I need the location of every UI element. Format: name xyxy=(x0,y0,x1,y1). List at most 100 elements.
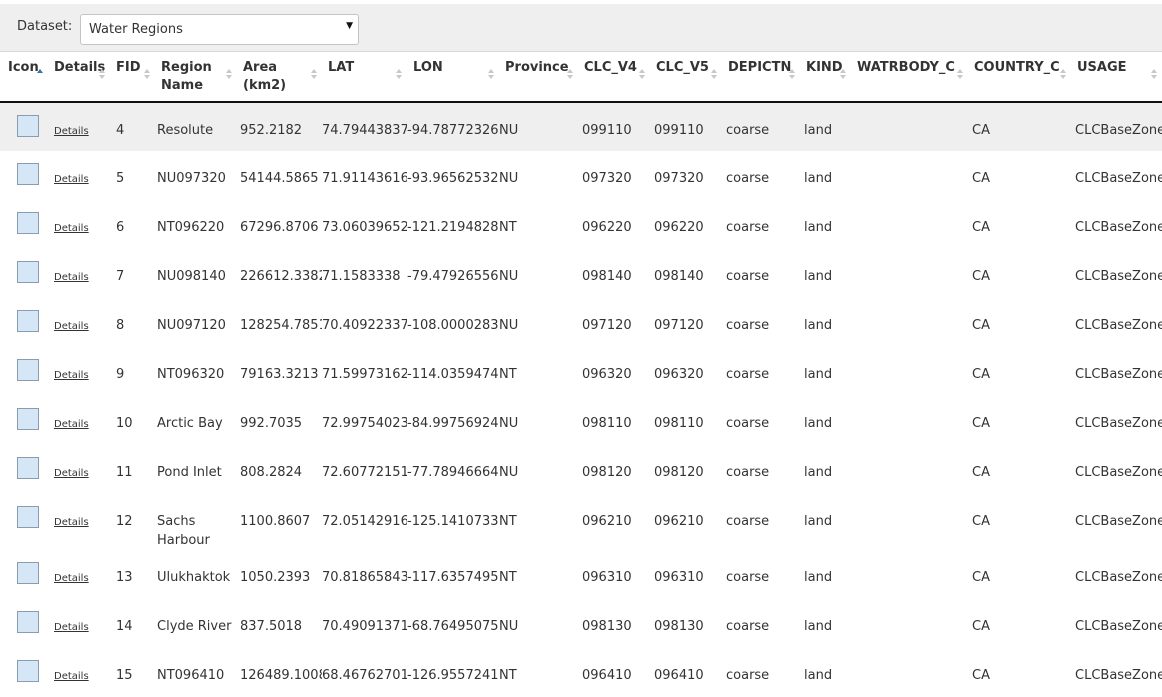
details-cell: Details xyxy=(48,298,110,347)
cell-kind: land xyxy=(804,416,833,431)
cell-country: CA xyxy=(972,318,990,333)
icon-cell xyxy=(0,102,48,151)
cell-usage: CLCBaseZoneL xyxy=(1075,668,1162,683)
details-link[interactable]: Details xyxy=(54,321,89,332)
details-link[interactable]: Details xyxy=(54,174,89,185)
column-header-2[interactable]: FID xyxy=(110,53,155,103)
table-row[interactable]: Details 12 Sachs Harbour 1100.8607 72.051429… xyxy=(0,494,1162,550)
column-header-8[interactable]: CLC_V4 xyxy=(578,53,650,103)
cell-wat xyxy=(851,347,968,396)
table-row[interactable]: Details 4 Resolute 952.2182 74.79443837 -94.7… xyxy=(0,102,1162,151)
cell-name: NU097120 xyxy=(157,318,226,333)
cell-usage: CLCBaseZone: xyxy=(1075,514,1162,529)
table-row[interactable]: Details 5 NU097320 54144.5865 71.91143616 -93… xyxy=(0,151,1162,200)
column-header-7[interactable]: Province xyxy=(499,53,578,103)
cell-v4: 096310 xyxy=(582,570,632,585)
cell-lat: 71.1583338 xyxy=(322,269,401,284)
column-header-6[interactable]: LON xyxy=(407,53,499,103)
icon-cell xyxy=(0,550,48,599)
cell-fid: 12 xyxy=(116,514,133,529)
icon-cell xyxy=(0,200,48,249)
details-link[interactable]: Details xyxy=(54,573,89,584)
details-cell: Details xyxy=(48,151,110,200)
cell-v5: 096320 xyxy=(654,367,704,382)
table-row[interactable]: Details 14 Clyde River 837.5018 70.49091371-… xyxy=(0,599,1162,648)
column-header-5[interactable]: LAT xyxy=(322,53,407,103)
table-row[interactable]: Details 7 NU098140 226612.3382 71.1583338 -79… xyxy=(0,249,1162,298)
cell-wat xyxy=(851,550,968,599)
cell-name: Ulukhaktok xyxy=(157,570,231,585)
details-link[interactable]: Details xyxy=(54,223,89,234)
icon-cell xyxy=(0,445,48,494)
table-row[interactable]: Details 8 NU097120 128254.7851 70.40922337 -1… xyxy=(0,298,1162,347)
column-header-12[interactable]: WATRBODY_C xyxy=(851,53,968,103)
cell-v4: 097120 xyxy=(582,318,632,333)
cell-lon: -126.9557241 xyxy=(407,668,499,683)
sort-icon xyxy=(226,69,233,81)
cell-area: 126489.1008 xyxy=(240,668,322,683)
details-link[interactable]: Details xyxy=(54,468,89,479)
column-header-label: LON xyxy=(413,60,443,75)
table-row[interactable]: Details 15 NT096410 126489.1008 68.46762701-… xyxy=(0,648,1162,697)
cell-area: 128254.7851 xyxy=(240,318,322,333)
cell-country: CA xyxy=(972,416,990,431)
details-link[interactable]: Details xyxy=(54,622,89,633)
cell-wat xyxy=(851,151,968,200)
column-header-14[interactable]: USAGE xyxy=(1071,53,1162,103)
table-row[interactable]: Details 11 Pond Inlet 808.2824 72.60772151 -7… xyxy=(0,445,1162,494)
column-header-label: Details xyxy=(54,60,106,75)
column-header-3[interactable]: Region Name xyxy=(155,53,237,103)
cell-dep: coarse xyxy=(726,514,770,529)
cell-kind: land xyxy=(804,220,833,235)
cell-lon: -114.0359474 xyxy=(407,367,499,382)
cell-wat xyxy=(851,445,968,494)
cell-dep: coarse xyxy=(726,367,770,382)
cell-prov: NU xyxy=(499,465,519,480)
details-link[interactable]: Details xyxy=(54,419,89,430)
region-swatch-icon xyxy=(17,457,39,479)
table-row[interactable]: Details 9 NT096320 79163.3213 71.59973162 -11… xyxy=(0,347,1162,396)
cell-v4: 097320 xyxy=(582,171,632,186)
cell-v4: 098140 xyxy=(582,269,632,284)
sort-icon xyxy=(99,69,106,81)
column-header-1[interactable]: Details xyxy=(48,53,110,103)
details-link[interactable]: Details xyxy=(54,517,89,528)
cell-country: CA xyxy=(972,619,990,634)
icon-cell xyxy=(0,151,48,200)
cell-kind: land xyxy=(804,668,833,683)
details-link[interactable]: Details xyxy=(54,370,89,381)
cell-lon: -125.1410733 xyxy=(407,514,499,529)
column-header-0[interactable]: Icon xyxy=(0,53,48,103)
cell-fid: 15 xyxy=(116,668,133,683)
cell-dep: coarse xyxy=(726,416,770,431)
details-cell: Details xyxy=(48,200,110,249)
cell-v4: 098130 xyxy=(582,619,632,634)
column-header-9[interactable]: CLC_V5 xyxy=(650,53,722,103)
column-header-13[interactable]: COUNTRY_C xyxy=(968,53,1071,103)
cell-lat: 72.60772151 xyxy=(322,465,407,480)
sort-icon xyxy=(789,69,796,81)
column-header-10[interactable]: DEPICTN xyxy=(722,53,800,103)
cell-prov: NU xyxy=(499,171,519,186)
details-link[interactable]: Details xyxy=(54,272,89,283)
table-row[interactable]: Details 6 NT096220 67296.8706 73.06039652 -12… xyxy=(0,200,1162,249)
cell-wat xyxy=(851,494,968,550)
cell-prov: NT xyxy=(499,220,517,235)
dataset-select[interactable]: Water Regions ▼ xyxy=(80,14,359,45)
cell-prov: NT xyxy=(499,514,517,529)
details-cell: Details xyxy=(48,396,110,445)
cell-country: CA xyxy=(972,465,990,480)
cell-lat: 73.06039652 xyxy=(322,220,407,235)
column-header-4[interactable]: Area (km2) xyxy=(237,53,322,103)
cell-v4: 098110 xyxy=(582,416,632,431)
details-link[interactable]: Details xyxy=(54,126,89,137)
cell-v4: 096320 xyxy=(582,367,632,382)
cell-wat xyxy=(851,648,968,697)
column-header-11[interactable]: KIND xyxy=(800,53,851,103)
details-link[interactable]: Details xyxy=(54,671,89,682)
table-row[interactable]: Details 13 Ulukhaktok 1050.2393 70.81865843-… xyxy=(0,550,1162,599)
table-row[interactable]: Details 10 Arctic Bay 992.7035 72.99754023 -8… xyxy=(0,396,1162,445)
cell-name: Arctic Bay xyxy=(157,416,223,431)
column-header-label: Region Name xyxy=(161,60,212,93)
cell-v5: 096310 xyxy=(654,570,704,585)
